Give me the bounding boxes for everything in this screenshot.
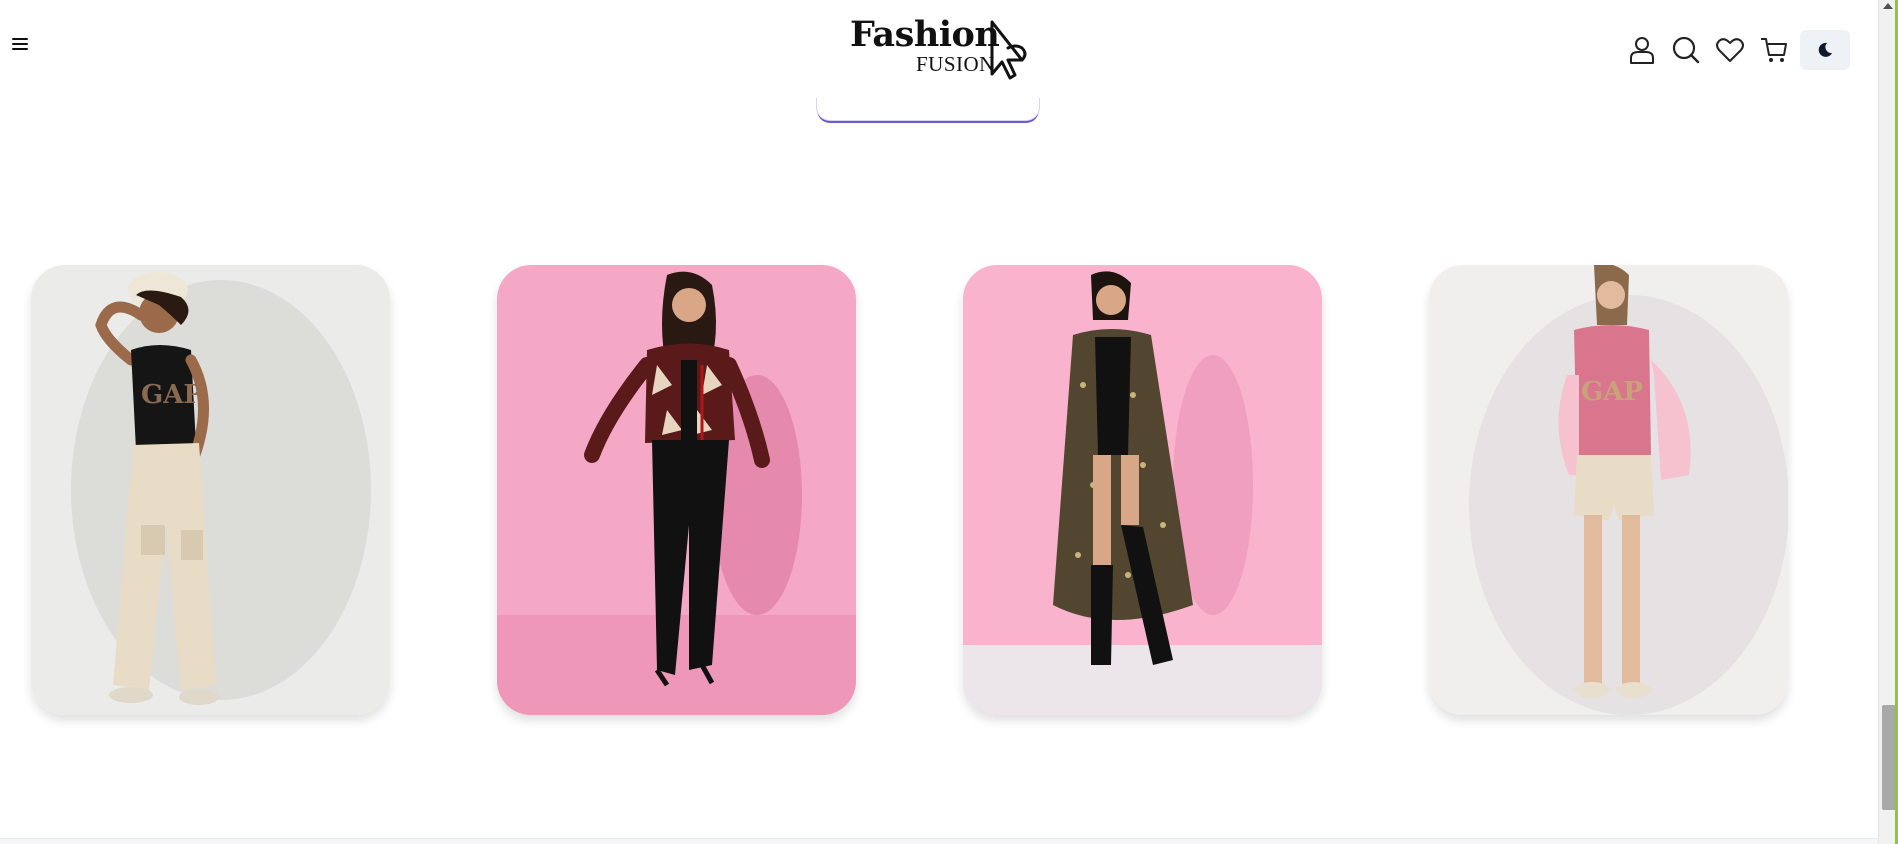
cart-icon[interactable] bbox=[1752, 32, 1796, 68]
heart-icon[interactable] bbox=[1708, 32, 1752, 68]
page: Fashion FUSION GAP GAP bbox=[0, 0, 1898, 844]
svg-text:GAP: GAP bbox=[141, 380, 203, 410]
product-card[interactable] bbox=[963, 265, 1322, 715]
header-actions bbox=[1620, 30, 1850, 70]
logo-subtitle: FUSION bbox=[916, 52, 995, 76]
hamburger-menu-icon[interactable] bbox=[12, 38, 28, 52]
product-card[interactable]: GAP bbox=[1429, 265, 1788, 715]
product-image bbox=[963, 265, 1322, 715]
hanger-cursor-icon bbox=[990, 20, 1027, 80]
theme-toggle-button[interactable] bbox=[1800, 30, 1850, 70]
product-grid: GAP GAP bbox=[31, 265, 1791, 715]
site-header: Fashion FUSION bbox=[0, 0, 1878, 98]
svg-text:GAP: GAP bbox=[1581, 377, 1643, 407]
moon-icon bbox=[1818, 42, 1832, 57]
product-image: GAP bbox=[31, 265, 390, 715]
scroll-up-arrow-icon[interactable] bbox=[1883, 3, 1893, 9]
scrollbar-thumb[interactable] bbox=[1882, 705, 1896, 810]
site-logo[interactable]: Fashion FUSION bbox=[850, 12, 1030, 84]
product-card[interactable] bbox=[497, 265, 856, 715]
product-image: GAP bbox=[1429, 265, 1788, 715]
logo-word: Fashion bbox=[850, 14, 1000, 55]
search-icon[interactable] bbox=[1664, 32, 1708, 68]
user-icon[interactable] bbox=[1620, 32, 1664, 68]
product-card[interactable]: GAP bbox=[31, 265, 390, 715]
product-image bbox=[497, 265, 856, 715]
section-divider bbox=[0, 838, 1878, 844]
